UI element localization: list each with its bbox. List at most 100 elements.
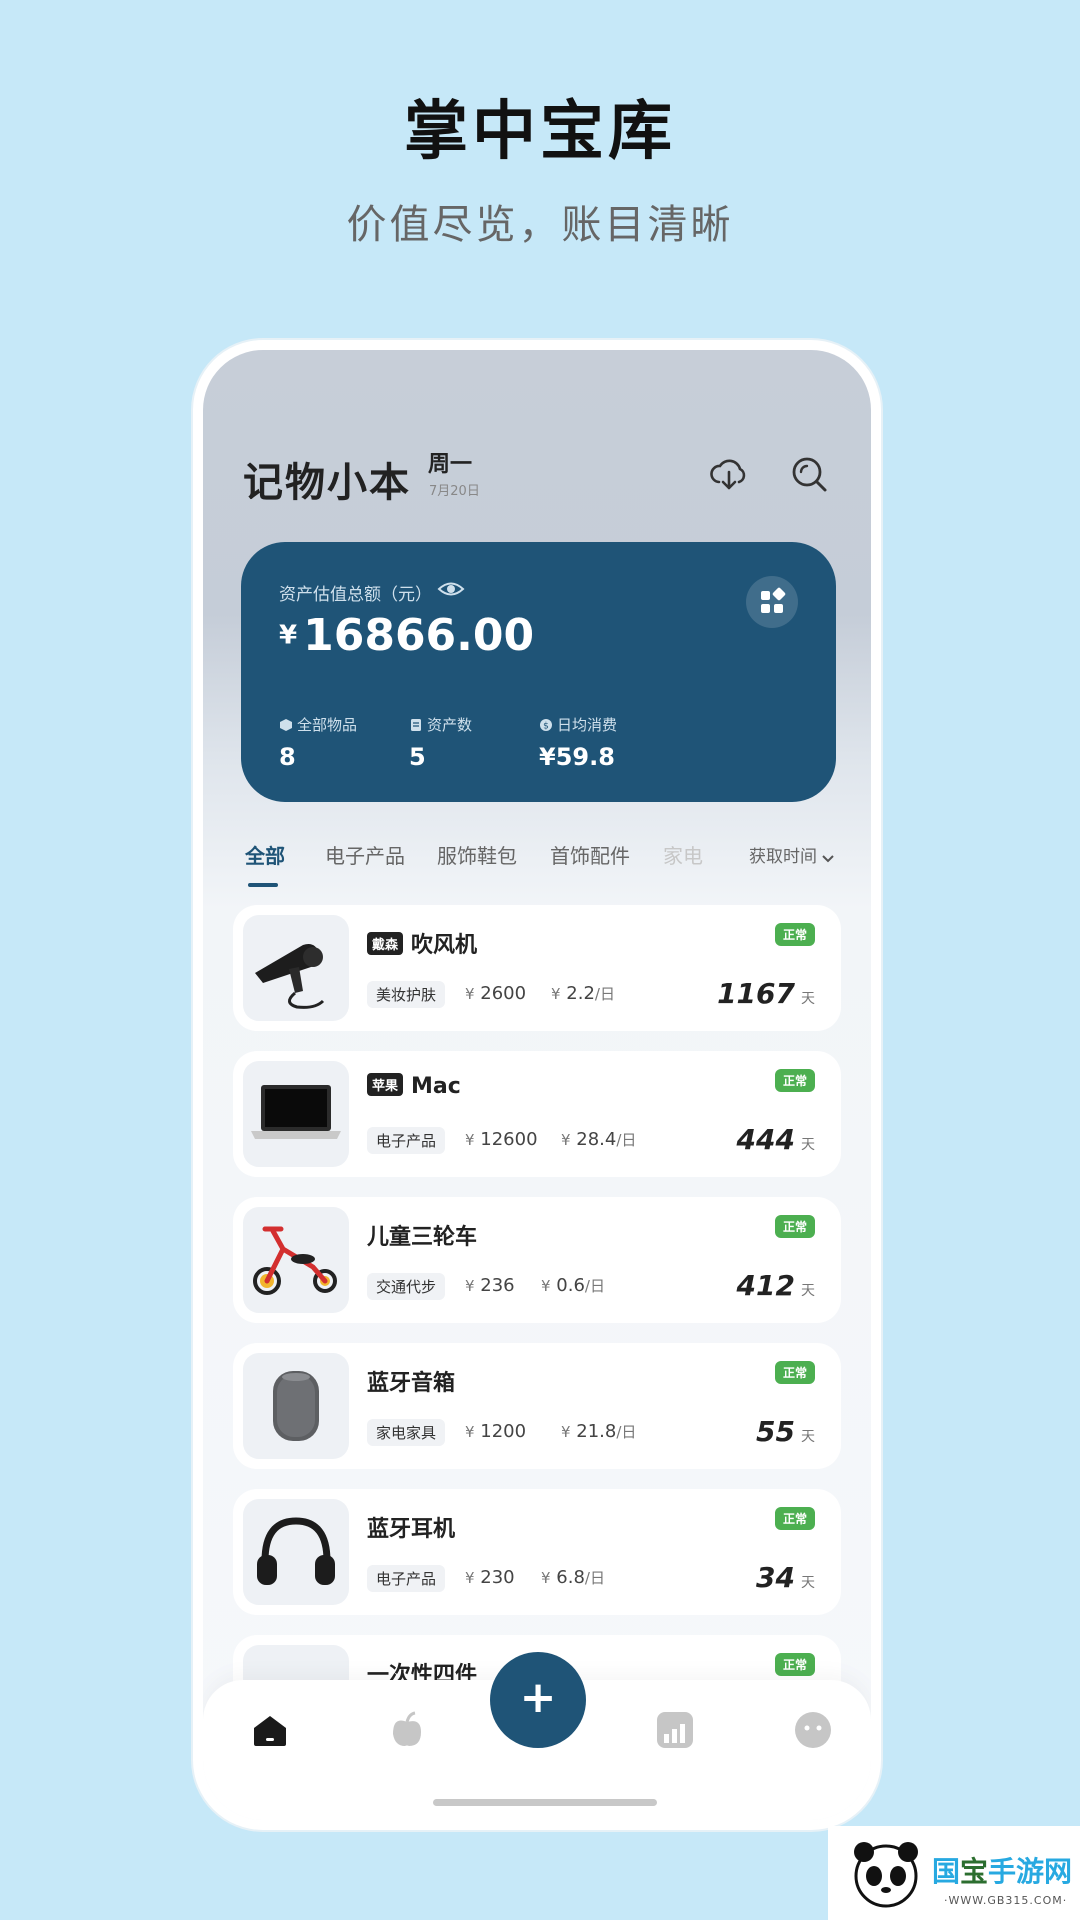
- laptop-icon: [251, 1085, 341, 1139]
- days-owned: 34 天: [756, 1561, 815, 1594]
- item-daily-cost: ¥ 0.6/日: [541, 1275, 605, 1296]
- tricycle-icon: [253, 1226, 337, 1295]
- item-daily-cost: ¥ 2.2/日: [551, 983, 615, 1004]
- item-daily-cost: ¥ 6.8/日: [541, 1567, 605, 1588]
- widgets-button[interactable]: [746, 576, 798, 628]
- hero-title: 掌中宝库: [404, 95, 676, 169]
- brand-badge: 戴森: [367, 932, 404, 955]
- status-badge: 正常: [774, 1215, 815, 1238]
- item-thumbnail: [243, 1207, 349, 1313]
- sort-dropdown[interactable]: 获取时间: [749, 842, 835, 867]
- stat-asset-count: 资产数 5: [409, 714, 472, 771]
- category-tag: 家电家具: [367, 1419, 446, 1446]
- item-thumbnail: [243, 915, 349, 1021]
- item-name: 戴森 吹风机: [367, 927, 477, 959]
- category-tag: 交通代步: [367, 1273, 446, 1300]
- stat-label: 资产数: [427, 716, 473, 734]
- sort-label: 获取时间: [749, 847, 817, 867]
- home-indicator[interactable]: [433, 1799, 657, 1806]
- tab-all[interactable]: 全部: [245, 840, 285, 869]
- asset-total: ¥16866.00: [279, 610, 534, 661]
- item-thumbnail: [243, 1499, 349, 1605]
- weekday: 周一: [428, 452, 473, 477]
- status-badge: 正常: [774, 1507, 815, 1530]
- item-daily-cost: ¥ 21.8/日: [561, 1421, 637, 1442]
- tab-active-indicator: [248, 883, 278, 887]
- phone-frame: 记物小本 周一 7月20日 资产估值总额（元） ¥16866.00 全部物品 8…: [193, 340, 881, 1830]
- item-thumbnail: [243, 1353, 349, 1459]
- item-price: ¥ 236: [465, 1275, 515, 1296]
- chart-icon[interactable]: [653, 1708, 697, 1752]
- headphones-icon: [257, 1517, 335, 1585]
- item-name: 蓝牙耳机: [367, 1517, 456, 1542]
- add-item-button[interactable]: +: [490, 1652, 586, 1748]
- stat-label: 日均消费: [557, 716, 618, 734]
- watermark: 国宝手游网 ·WWW.GB315.COM·: [828, 1826, 1080, 1920]
- item-name: 蓝牙音箱: [367, 1371, 456, 1396]
- search-icon[interactable]: [787, 452, 831, 496]
- stat-daily-spend: $ 日均消费 ¥59.8: [539, 714, 617, 771]
- item-price: ¥ 12600: [465, 1129, 538, 1150]
- stat-total-items: 全部物品 8: [279, 714, 357, 771]
- profile-icon[interactable]: [791, 1708, 835, 1752]
- list-item[interactable]: 蓝牙音箱 家电家具 ¥ 1200 ¥ 21.8/日 正常 55 天: [233, 1343, 841, 1469]
- list-item[interactable]: 蓝牙耳机 电子产品 ¥ 230 ¥ 6.8/日 正常 34 天: [233, 1489, 841, 1615]
- tab-electronics[interactable]: 电子产品: [325, 840, 405, 869]
- fruit-icon[interactable]: [385, 1708, 429, 1752]
- category-tag: 电子产品: [367, 1565, 446, 1592]
- status-badge: 正常: [774, 1653, 815, 1676]
- eye-icon[interactable]: [437, 578, 465, 600]
- item-thumbnail: [243, 1061, 349, 1167]
- asset-summary-card: 资产估值总额（元） ¥16866.00 全部物品 8 资产数 5 $ 日均消费 …: [241, 542, 836, 802]
- category-tag: 电子产品: [367, 1127, 446, 1154]
- hair-dryer-icon: [255, 944, 325, 1009]
- days-owned: 444 天: [736, 1123, 815, 1156]
- item-price: ¥ 230: [465, 1567, 515, 1588]
- category-tabs: 全部 电子产品 服饰鞋包 首饰配件 家电 获取时间: [203, 840, 871, 900]
- chevron-down-icon: [822, 855, 834, 863]
- days-owned: 412 天: [736, 1269, 815, 1302]
- list-item[interactable]: 儿童三轮车 交通代步 ¥ 236 ¥ 0.6/日 正常 412 天: [233, 1197, 841, 1323]
- box-icon: [280, 719, 292, 731]
- tab-accessories[interactable]: 首饰配件: [550, 840, 630, 869]
- stat-label: 全部物品: [297, 716, 358, 734]
- stat-value: 8: [279, 743, 296, 771]
- tab-apparel[interactable]: 服饰鞋包: [437, 840, 517, 869]
- hero-subtitle: 价值尽览，账目清晰: [346, 202, 734, 248]
- brand-badge: 苹果: [367, 1073, 404, 1096]
- asset-total-value: 16866.00: [303, 610, 535, 661]
- status-badge: 正常: [774, 1069, 815, 1092]
- days-owned: 55 天: [756, 1415, 815, 1448]
- coin-icon: $: [540, 719, 552, 732]
- svg-text:$: $: [543, 722, 549, 732]
- status-badge: 正常: [774, 923, 815, 946]
- home-icon[interactable]: [248, 1708, 292, 1752]
- watermark-text: 国宝手游网: [932, 1855, 1073, 1888]
- currency-symbol: ¥: [279, 620, 298, 651]
- list-item[interactable]: 戴森 吹风机 美妆护肤 ¥ 2600 ¥ 2.2/日 正常 1167 天: [233, 905, 841, 1031]
- list-item[interactable]: 苹果 Mac 电子产品 ¥ 12600 ¥ 28.4/日 正常 444 天: [233, 1051, 841, 1177]
- item-name: 苹果 Mac: [367, 1073, 461, 1099]
- speaker-icon: [273, 1371, 319, 1441]
- item-daily-cost: ¥ 28.4/日: [561, 1129, 637, 1150]
- item-price: ¥ 1200: [465, 1421, 527, 1442]
- item-price: ¥ 2600: [465, 983, 527, 1004]
- cloud-download-icon[interactable]: [707, 452, 751, 496]
- panda-logo-icon: [854, 1842, 918, 1908]
- watermark-url: ·WWW.GB315.COM·: [944, 1894, 1068, 1907]
- doc-icon: [411, 719, 421, 731]
- tab-appliances[interactable]: 家电: [663, 840, 703, 869]
- stat-value: ¥59.8: [539, 743, 615, 771]
- app-header: 记物小本 周一 7月20日: [243, 450, 831, 510]
- category-tag: 美妆护肤: [367, 981, 446, 1008]
- days-owned: 1167 天: [717, 977, 815, 1010]
- status-badge: 正常: [774, 1361, 815, 1384]
- app-name: 记物小本: [243, 459, 411, 506]
- item-name: 儿童三轮车: [367, 1225, 478, 1250]
- grid-icon: [761, 587, 786, 613]
- app-screen: 记物小本 周一 7月20日 资产估值总额（元） ¥16866.00 全部物品 8…: [203, 350, 871, 1820]
- date: 7月20日: [429, 484, 480, 499]
- asset-label: 资产估值总额（元）: [279, 585, 432, 605]
- bottom-nav: +: [203, 1652, 871, 1820]
- stat-value: 5: [409, 743, 426, 771]
